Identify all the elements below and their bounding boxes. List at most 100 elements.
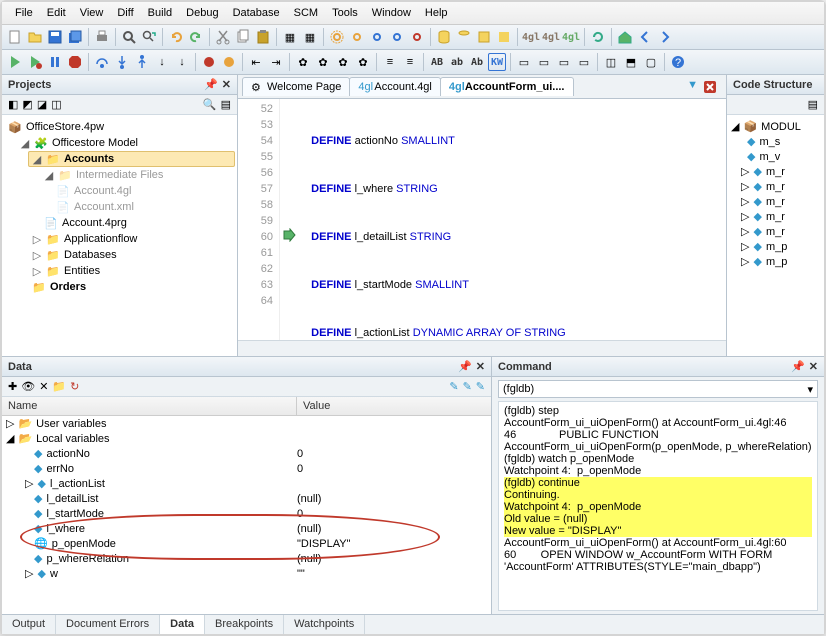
var-value[interactable]: (null) xyxy=(297,493,487,505)
menu-view[interactable]: View xyxy=(73,5,111,21)
gear2-icon[interactable] xyxy=(348,28,366,46)
tree-int-file-0[interactable]: Account.4gl xyxy=(74,185,131,197)
refresh-icon[interactable] xyxy=(589,28,607,46)
tree-item2-icon[interactable]: ◩ xyxy=(22,98,32,111)
btab-breakpoints[interactable]: Breakpoints xyxy=(205,615,284,634)
var-value[interactable]: 0 xyxy=(297,508,487,520)
menu-diff[interactable]: Diff xyxy=(110,5,140,21)
db3-icon[interactable] xyxy=(475,28,493,46)
layout4-icon[interactable]: ▭ xyxy=(575,53,593,71)
var-name[interactable]: l_actionList xyxy=(50,478,105,490)
close-panel-icon[interactable]: ✕ xyxy=(809,360,818,373)
struct-item[interactable]: m_r xyxy=(766,211,785,223)
step-out-icon[interactable] xyxy=(133,53,151,71)
expand-icon[interactable]: ▷ xyxy=(32,249,42,262)
collapse-icon[interactable]: ◢ xyxy=(20,137,30,150)
struct-item[interactable]: m_v xyxy=(759,151,780,163)
var-value[interactable]: 0 xyxy=(297,448,487,460)
var-value[interactable]: (null) xyxy=(297,523,487,535)
marker-column[interactable] xyxy=(280,99,298,340)
local-vars-row[interactable]: Local variables xyxy=(36,433,109,445)
tree-int-file-1[interactable]: Account.xml xyxy=(74,201,134,213)
ab-mix-button[interactable]: Ab xyxy=(468,53,486,71)
tree-folder-2[interactable]: Entities xyxy=(64,265,100,277)
close-panel-icon[interactable]: ✕ xyxy=(222,78,231,91)
step-into-icon[interactable] xyxy=(113,53,131,71)
struct-item[interactable]: m_r xyxy=(766,181,785,193)
command-output[interactable]: (fgldb) step AccountForm_ui_uiOpenForm()… xyxy=(498,401,818,611)
project-tree[interactable]: 📦OfficeStore.4pw ◢🧩Officestore Model ◢📁A… xyxy=(2,115,237,356)
expand-icon[interactable]: ▷ xyxy=(741,255,749,268)
var-name[interactable]: l_detailList xyxy=(46,493,98,505)
tree-filter-icon[interactable]: 🔍 xyxy=(203,98,217,111)
inspect-icon[interactable]: 👁 xyxy=(21,380,35,393)
user-vars-row[interactable]: User variables xyxy=(36,418,106,430)
menu-file[interactable]: File xyxy=(8,5,40,21)
db4-icon[interactable] xyxy=(495,28,513,46)
4gl-badge-icon[interactable]: 4gl xyxy=(522,28,540,46)
expand-icon[interactable]: ▷ xyxy=(741,240,749,253)
tree-accounts[interactable]: Accounts xyxy=(64,153,114,165)
tree-folder-1[interactable]: Databases xyxy=(64,249,117,261)
expand-icon[interactable]: ▷ xyxy=(25,477,33,490)
bookmark-icon[interactable]: ✿ xyxy=(294,53,312,71)
var-name[interactable]: l_startMode xyxy=(46,508,103,520)
struct-item[interactable]: m_s xyxy=(759,136,780,148)
collapse-icon[interactable]: ◢ xyxy=(731,120,739,133)
var-name[interactable]: l_where xyxy=(46,523,85,535)
print-icon[interactable] xyxy=(93,28,111,46)
collapse-icon[interactable]: ◢ xyxy=(6,432,14,445)
pin-icon[interactable]: 📌 xyxy=(791,360,805,373)
ab-low-button[interactable]: ab xyxy=(448,53,466,71)
var-name[interactable]: errNo xyxy=(46,463,74,475)
tab-close-all-icon[interactable] xyxy=(702,79,718,95)
refresh2-icon[interactable]: ↻ xyxy=(70,380,79,393)
tree-folder-0[interactable]: Applicationflow xyxy=(64,233,137,245)
split-h-icon[interactable]: ◫ xyxy=(602,53,620,71)
dropdown-arrow-icon[interactable]: ▾ xyxy=(807,383,813,396)
cut-icon[interactable] xyxy=(214,28,232,46)
find-icon[interactable] xyxy=(120,28,138,46)
var-value[interactable]: "DISPLAY" xyxy=(297,538,487,550)
expand-icon[interactable]: ▷ xyxy=(6,417,14,430)
var-value[interactable]: (null) xyxy=(297,553,487,565)
single-pane-icon[interactable]: ▢ xyxy=(642,53,660,71)
paste-icon[interactable] xyxy=(254,28,272,46)
expand-icon[interactable]: ▷ xyxy=(741,195,749,208)
var-name[interactable]: actionNo xyxy=(46,448,89,460)
tool2-icon[interactable]: ✎ xyxy=(463,380,472,393)
btab-output[interactable]: Output xyxy=(2,615,56,634)
code-body[interactable]: DEFINE actionNo SMALLINT DEFINE l_where … xyxy=(298,99,726,340)
menu-database[interactable]: Database xyxy=(226,5,287,21)
struct-root[interactable]: MODUL xyxy=(761,121,801,133)
new-file-icon[interactable] xyxy=(6,28,24,46)
menu-debug[interactable]: Debug xyxy=(179,5,225,21)
debug-run-icon[interactable] xyxy=(26,53,44,71)
code-editor[interactable]: 52535455565758596061626364 DEFINE action… xyxy=(238,99,726,340)
help-icon[interactable]: ? xyxy=(669,53,687,71)
menu-edit[interactable]: Edit xyxy=(40,5,73,21)
pin-icon[interactable]: 📌 xyxy=(458,360,472,373)
btab-watchpoints[interactable]: Watchpoints xyxy=(284,615,365,634)
4gl2-badge-icon[interactable]: 4gl xyxy=(542,28,560,46)
continue-icon[interactable]: ↓ xyxy=(173,53,191,71)
btab-data[interactable]: Data xyxy=(160,615,205,634)
gear3-icon[interactable] xyxy=(368,28,386,46)
tab-accountform[interactable]: 4glAccountForm_ui.... xyxy=(440,77,574,96)
stop-icon[interactable] xyxy=(66,53,84,71)
expand-icon[interactable]: ▷ xyxy=(741,180,749,193)
collapse-icon[interactable]: ◢ xyxy=(44,169,54,182)
kw-button[interactable]: KW xyxy=(488,53,506,71)
bookmark-prev-icon[interactable]: ✿ xyxy=(314,53,332,71)
layout1-icon[interactable]: ▭ xyxy=(515,53,533,71)
bookmark-next-icon[interactable]: ✿ xyxy=(334,53,352,71)
tree-model[interactable]: Officestore Model xyxy=(52,137,138,149)
expand-icon[interactable]: ▷ xyxy=(32,233,42,246)
delete-watch-icon[interactable]: ✕ xyxy=(39,380,48,393)
code-structure-tree[interactable]: ◢📦MODUL ◆m_s ◆m_v ▷◆m_r ▷◆m_r ▷◆m_r ▷◆m_… xyxy=(727,115,824,356)
redo-icon[interactable] xyxy=(187,28,205,46)
add-watch-icon[interactable]: ✚ xyxy=(8,380,17,393)
var-name[interactable]: p_whereRelation xyxy=(46,553,129,565)
split-v-icon[interactable]: ⬒ xyxy=(622,53,640,71)
menu-tools[interactable]: Tools xyxy=(325,5,365,21)
